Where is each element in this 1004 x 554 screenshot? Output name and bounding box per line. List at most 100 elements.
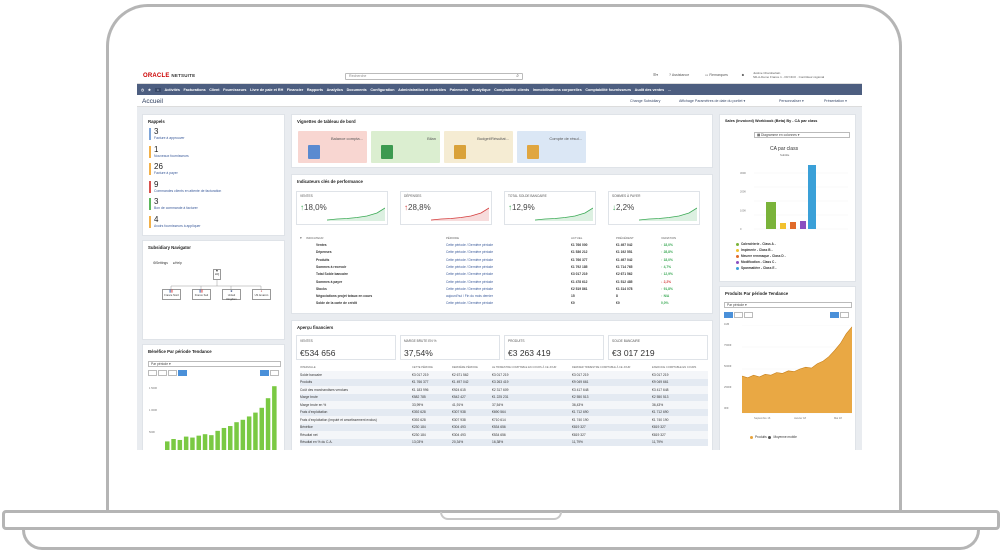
kpi-card[interactable]: SOMMES À PAYER ↓2,2% xyxy=(608,191,700,225)
reminder-label[interactable]: Bon de commande à facturer xyxy=(154,206,198,210)
kpi-card[interactable]: TOTAL SOLDE BANCAIRE ↑12,9% xyxy=(504,191,596,225)
chart-type-step-button[interactable] xyxy=(168,370,177,376)
benefice-bar[interactable] xyxy=(259,407,265,450)
benefice-bar[interactable] xyxy=(272,386,277,450)
sales-legend-item[interactable]: Calendrierie - Class A - xyxy=(736,242,776,246)
benefice-bar[interactable] xyxy=(171,439,176,450)
kpi-table-cell[interactable]: aujourd'hui / Fin du mois dernier xyxy=(446,293,493,299)
benefice-bar[interactable] xyxy=(209,435,214,450)
benefice-bar[interactable] xyxy=(228,426,233,450)
dashboard-tile[interactable]: Bilan xyxy=(371,131,440,163)
search-input[interactable]: Recherche ⌕ xyxy=(345,73,523,80)
dashboard-tile[interactable]: Compte de résul... xyxy=(517,131,586,163)
chart-type-line-button[interactable] xyxy=(724,312,733,318)
benefice-bar[interactable] xyxy=(234,422,239,450)
favorites-icon[interactable]: ★ xyxy=(148,88,151,92)
chart-zoom-button[interactable] xyxy=(830,312,839,318)
benefice-bar[interactable] xyxy=(196,435,202,450)
personnaliser-link[interactable]: Personnaliser ▾ xyxy=(779,99,804,103)
history-icon[interactable]: ◷ xyxy=(141,88,144,92)
user-menu[interactable]: Justine Chamberlain SD-A-Demo France 1 -… xyxy=(753,71,824,79)
chart-zoom-button[interactable] xyxy=(260,370,269,376)
reminder-label[interactable]: Facture à payer xyxy=(154,171,178,175)
sales-bar[interactable] xyxy=(766,202,776,229)
kpi-table-cell[interactable]: Cette période / Dernière période xyxy=(446,279,493,285)
home-icon[interactable]: ⌂ xyxy=(154,87,161,92)
nav-item-financier[interactable]: Financier xyxy=(287,88,303,92)
kpi-table-cell[interactable]: Cette période / Dernière période xyxy=(446,249,493,255)
benefice-bar[interactable] xyxy=(177,439,183,450)
benefice-bar[interactable] xyxy=(265,398,271,450)
dashboard-tile[interactable]: Balance compta... xyxy=(298,131,367,163)
sales-bar[interactable] xyxy=(780,223,786,229)
benefice-bar[interactable] xyxy=(202,434,208,450)
kpi-card[interactable]: VENTES ↑18,0% xyxy=(296,191,388,225)
sales-legend-item[interactable]: Impimerie - Class B - xyxy=(736,248,773,252)
feedback-link[interactable]: ▭ Remarques xyxy=(705,73,728,77)
produits-period-select[interactable]: Par période ▾ xyxy=(724,302,852,308)
nav-item-administration[interactable]: Administration et contrôles xyxy=(398,88,446,92)
reminder-item[interactable]: 3 Bon de commande à facturer xyxy=(149,198,198,210)
nav-more[interactable]: ... xyxy=(668,88,671,92)
subsidiary-node-france-nord[interactable]: ▌▌ France Nord xyxy=(162,289,181,300)
nav-item-fournisseurs[interactable]: Fournisseurs xyxy=(223,88,246,92)
kpi-table-cell[interactable]: Cette période / Dernière période xyxy=(446,300,493,306)
oracle-netsuite-logo[interactable]: ORACLE NETSUITE xyxy=(143,73,195,79)
kpi-table-cell[interactable]: Cette période / Dernière période xyxy=(446,264,493,270)
reminder-item[interactable]: 4 Avoirs fournisseurs à appliquer xyxy=(149,215,201,228)
chart-type-line-button[interactable] xyxy=(148,370,157,376)
reminder-label[interactable]: Commandes clients en attente de facturat… xyxy=(154,189,221,193)
sales-legend-item[interactable]: Modification - Class C - xyxy=(736,260,776,264)
sales-bar[interactable] xyxy=(800,221,806,229)
chart-reset-button[interactable] xyxy=(840,312,849,318)
presentation-link[interactable]: Présentation ▾ xyxy=(824,99,847,103)
subsidiary-node-france-sud[interactable]: ▌▌ France Sud xyxy=(192,289,211,300)
portlet-date-settings-link[interactable]: Affichage Paramètres de date du portlet … xyxy=(679,99,745,103)
change-subsidiary-link[interactable]: Change Subsidiary xyxy=(630,99,660,103)
kpi-table-cell[interactable]: Cette période / Dernière période xyxy=(446,257,493,263)
kpi-table-cell[interactable]: Cette période / Dernière période xyxy=(446,286,493,292)
reminder-item[interactable]: 9 Commandes clients en attente de factura… xyxy=(149,180,221,193)
nav-item-compta-fournisseurs[interactable]: Comptabilité fournisseurs xyxy=(585,88,631,92)
nav-item-documents[interactable]: Documents xyxy=(347,88,367,92)
nav-item-client[interactable]: Client xyxy=(209,88,219,92)
reminder-item[interactable]: 3 Facture à approuver xyxy=(149,128,185,140)
dashboard-tile[interactable]: Budget/Résultat... xyxy=(444,131,513,163)
subsidiary-node-us[interactable]: ✦ US Amazon xyxy=(252,289,271,300)
benefice-bar[interactable] xyxy=(246,416,252,450)
nav-item-analytique[interactable]: Analytique xyxy=(472,88,491,92)
reminder-item[interactable]: 1 Nouveaux fournisseurs xyxy=(149,145,189,158)
nav-item-configuration[interactable]: Configuration xyxy=(370,88,394,92)
recent-icon[interactable]: ☰▾ xyxy=(653,73,658,77)
kpi-table-cell[interactable]: Cette période / Dernière période xyxy=(446,242,493,248)
kpi-card[interactable]: DÉPENSES ↑28,8% xyxy=(400,191,492,225)
nav-item-analytics[interactable]: Analytics xyxy=(327,88,343,92)
chart-type-select[interactable]: ▦ Diagramme en colonnes ▾ xyxy=(754,132,850,138)
nav-item-activites[interactable]: Activités xyxy=(165,88,180,92)
nav-item-paiements[interactable]: Paiements xyxy=(450,88,468,92)
chart-type-bar-button[interactable] xyxy=(744,312,753,318)
reminder-label[interactable]: Facture à approuver xyxy=(154,136,185,140)
chart-reset-button[interactable] xyxy=(270,370,279,376)
user-avatar-icon[interactable]: ☻ xyxy=(741,73,745,77)
sales-legend-item[interactable]: Meuere remmaque - Class D - xyxy=(736,254,786,258)
nav-item-facturations[interactable]: Facturations xyxy=(184,88,206,92)
benefice-bar[interactable] xyxy=(190,437,195,450)
sales-bar[interactable] xyxy=(790,222,796,229)
help-link[interactable]: ? Assistance xyxy=(669,73,689,77)
benefice-bar[interactable] xyxy=(183,436,189,450)
subsidiary-node-uk[interactable]: ✱ United Kingdom xyxy=(222,289,241,301)
benefice-bar[interactable] xyxy=(221,427,227,450)
reminder-item[interactable]: 26 Facture à payer xyxy=(149,163,178,175)
benefice-bar[interactable] xyxy=(215,430,220,450)
benefice-bar[interactable] xyxy=(253,412,258,450)
sales-bar[interactable] xyxy=(808,165,816,229)
benefice-period-select[interactable]: Par période ▾ xyxy=(148,361,281,367)
chart-type-bar-button[interactable] xyxy=(178,370,187,376)
kpi-table-cell[interactable]: Cette période / Dernière période xyxy=(446,271,493,277)
sales-legend-item[interactable]: Spanmatière - Class E - xyxy=(736,266,776,270)
chart-type-area-button[interactable] xyxy=(158,370,167,376)
produits-area[interactable] xyxy=(742,326,852,413)
benefice-bar[interactable] xyxy=(165,441,170,450)
search-icon[interactable]: ⌕ xyxy=(516,74,519,79)
